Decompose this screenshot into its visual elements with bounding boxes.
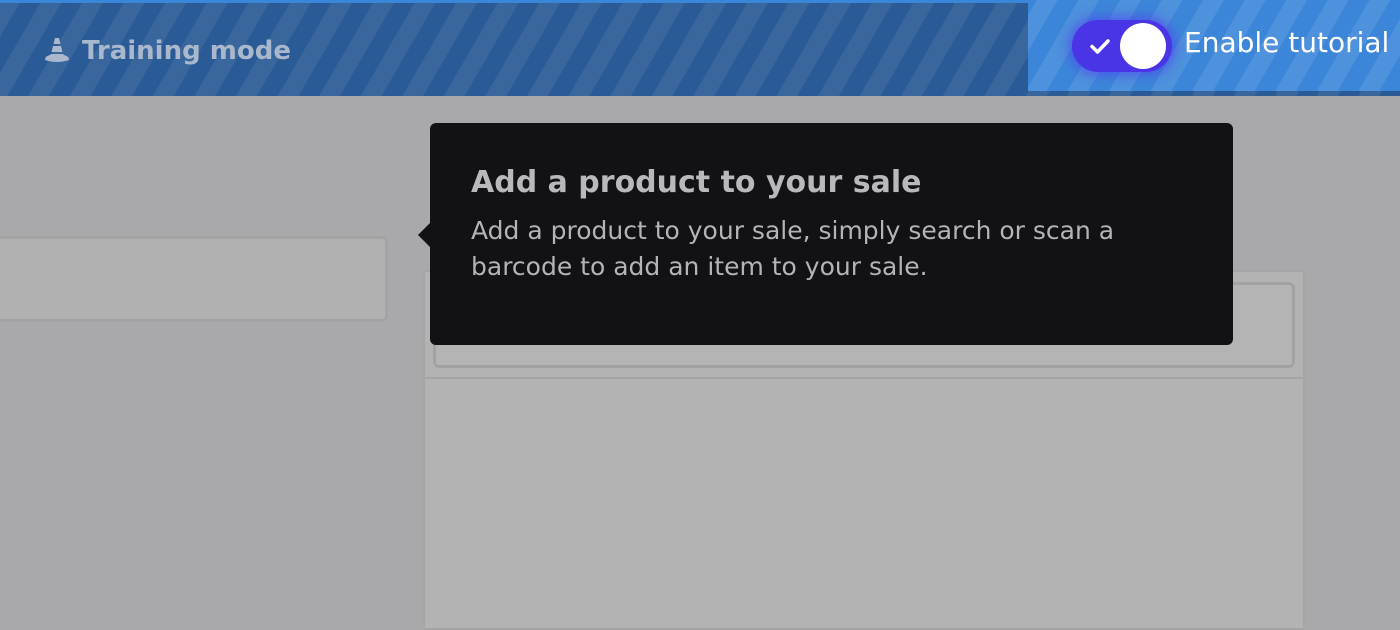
sale-panel-divider	[425, 377, 1303, 379]
training-mode-title: Training mode	[82, 36, 291, 66]
enable-tutorial-toggle[interactable]	[1072, 20, 1172, 72]
tutorial-tooltip: Add a product to your sale Add a product…	[418, 123, 1233, 345]
tooltip-arrow	[418, 223, 430, 247]
checkmark-icon	[1090, 39, 1110, 54]
toggle-knob	[1120, 23, 1166, 69]
tooltip-body: Add a product to your sale, simply searc…	[471, 216, 1115, 281]
product-search-input	[0, 236, 388, 322]
training-mode-indicator: Training mode	[42, 31, 291, 71]
tutorial-panel: Enable tutorial	[1028, 0, 1400, 91]
enable-tutorial-label[interactable]: Enable tutorial	[1184, 26, 1389, 59]
tooltip-title: Add a product to your sale	[471, 165, 922, 200]
traffic-cone-icon	[45, 38, 69, 62]
